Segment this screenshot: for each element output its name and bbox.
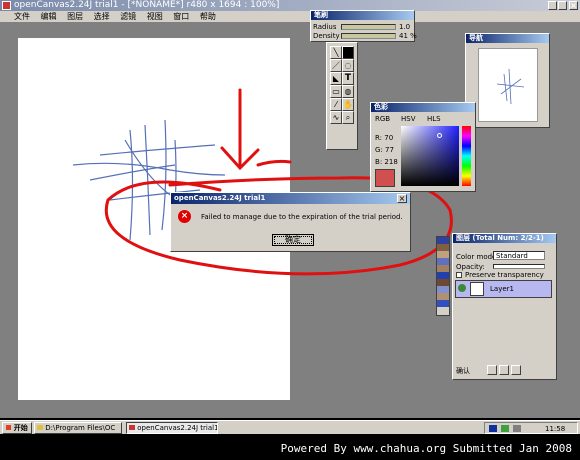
navigator-preview[interactable] [478,48,538,122]
folder-icon [37,425,43,430]
lasso-tool-icon[interactable]: ◌ [342,59,354,72]
text-tool-icon[interactable]: T [342,72,354,85]
dialog-close-button[interactable]: × [397,194,407,203]
tab-rgb[interactable]: RGB [375,114,390,125]
task-explorer[interactable]: D:\Program Files\OC [34,422,122,434]
task-opencanvas[interactable]: openCanvas2.24J trial1 [126,422,218,434]
opacity-slider[interactable] [493,264,545,269]
g-label: G: 77 [375,146,394,154]
curve-tool-icon[interactable]: ∿ [330,111,342,124]
system-tray: 11:58 [484,422,578,434]
hue-slider[interactable] [462,126,471,186]
palette-strip[interactable] [436,236,450,316]
tab-hls[interactable]: HLS [427,114,441,125]
watermark-bar: Powered By www.chahua.org Submitted Jan … [0,436,580,460]
tab-hsv[interactable]: HSV [401,114,416,125]
current-color-swatch [375,169,395,187]
network-icon[interactable] [501,425,509,432]
layer-footer-label: 确认 [456,367,470,375]
new-layer-button[interactable] [487,365,497,375]
copy-layer-button[interactable] [499,365,509,375]
ok-button[interactable]: 确定 [272,234,314,246]
navigator-title: 导航 [466,34,549,43]
rect-select-icon[interactable] [342,46,354,59]
start-button[interactable]: 开始 [2,422,32,434]
layer-name: Layer1 [490,285,514,293]
clock: 11:58 [545,425,566,433]
watermark-text: Powered By www.chahua.org Submitted Jan … [280,442,572,455]
navigator-panel: 导航 [465,33,550,128]
layer-panel-title: 图层 (Total Num: 2/2-1) [453,234,556,243]
opencanvas-icon [129,425,135,430]
density-value: 41 % [399,32,417,40]
dropper-tool-icon[interactable]: ⁄ [330,98,342,111]
layer-list-area [455,300,552,362]
zoom-tool-icon[interactable]: ⌕ [342,111,354,124]
color-panel: 色彩 RGB HSV HLS R: 70 G: 77 B: 218 [370,102,476,192]
b-label: B: 218 [375,158,398,166]
radius-slider[interactable] [341,24,396,30]
brush-panel-title: 笔刷 [311,11,414,20]
r-label: R: 70 [375,134,394,142]
taskbar: 开始 D:\Program Files\OC openCanvas2.24J t… [0,420,580,434]
layer-row[interactable]: Layer1 [455,280,552,298]
trial-expired-dialog: openCanvas2.24J trial1 × × Failed to man… [170,192,411,252]
ime-icon[interactable] [489,425,497,432]
tools-panel: ╲ ／ ◌ ◣ T ▭ ◍ ⁄ ✋ ∿ ⌕ [326,42,358,150]
navigator-thumbnail [496,68,525,105]
layer-panel: 图层 (Total Num: 2/2-1) Color mode: Standa… [452,233,557,380]
eye-icon[interactable] [458,284,466,292]
blur-tool-icon[interactable]: ◍ [342,85,354,98]
preserve-checkbox[interactable] [456,272,462,278]
windows-logo-icon [6,425,12,430]
layer-thumbnail [470,282,484,296]
dialog-message: Failed to manage due to the expiration o… [201,213,403,221]
pen-tool-icon[interactable]: ╲ [330,46,342,59]
color-mode-select[interactable]: Standard [493,251,545,260]
brush-panel: 笔刷 Radius 1.0 Density 41 % [310,10,417,42]
density-slider[interactable] [341,33,396,39]
volume-icon[interactable] [513,425,521,432]
color-square[interactable] [401,126,459,186]
eraser-tool-icon[interactable]: ▭ [330,85,342,98]
delete-layer-button[interactable] [511,365,521,375]
density-label: Density [313,32,340,40]
error-icon: × [178,210,191,223]
line-tool-icon[interactable]: ／ [330,59,342,72]
hand-tool-icon[interactable]: ✋ [342,98,354,111]
dialog-title: openCanvas2.24J trial1 [171,193,410,204]
color-panel-title: 色彩 [371,103,475,112]
color-picker-cursor [437,133,442,138]
fill-tool-icon[interactable]: ◣ [330,72,342,85]
